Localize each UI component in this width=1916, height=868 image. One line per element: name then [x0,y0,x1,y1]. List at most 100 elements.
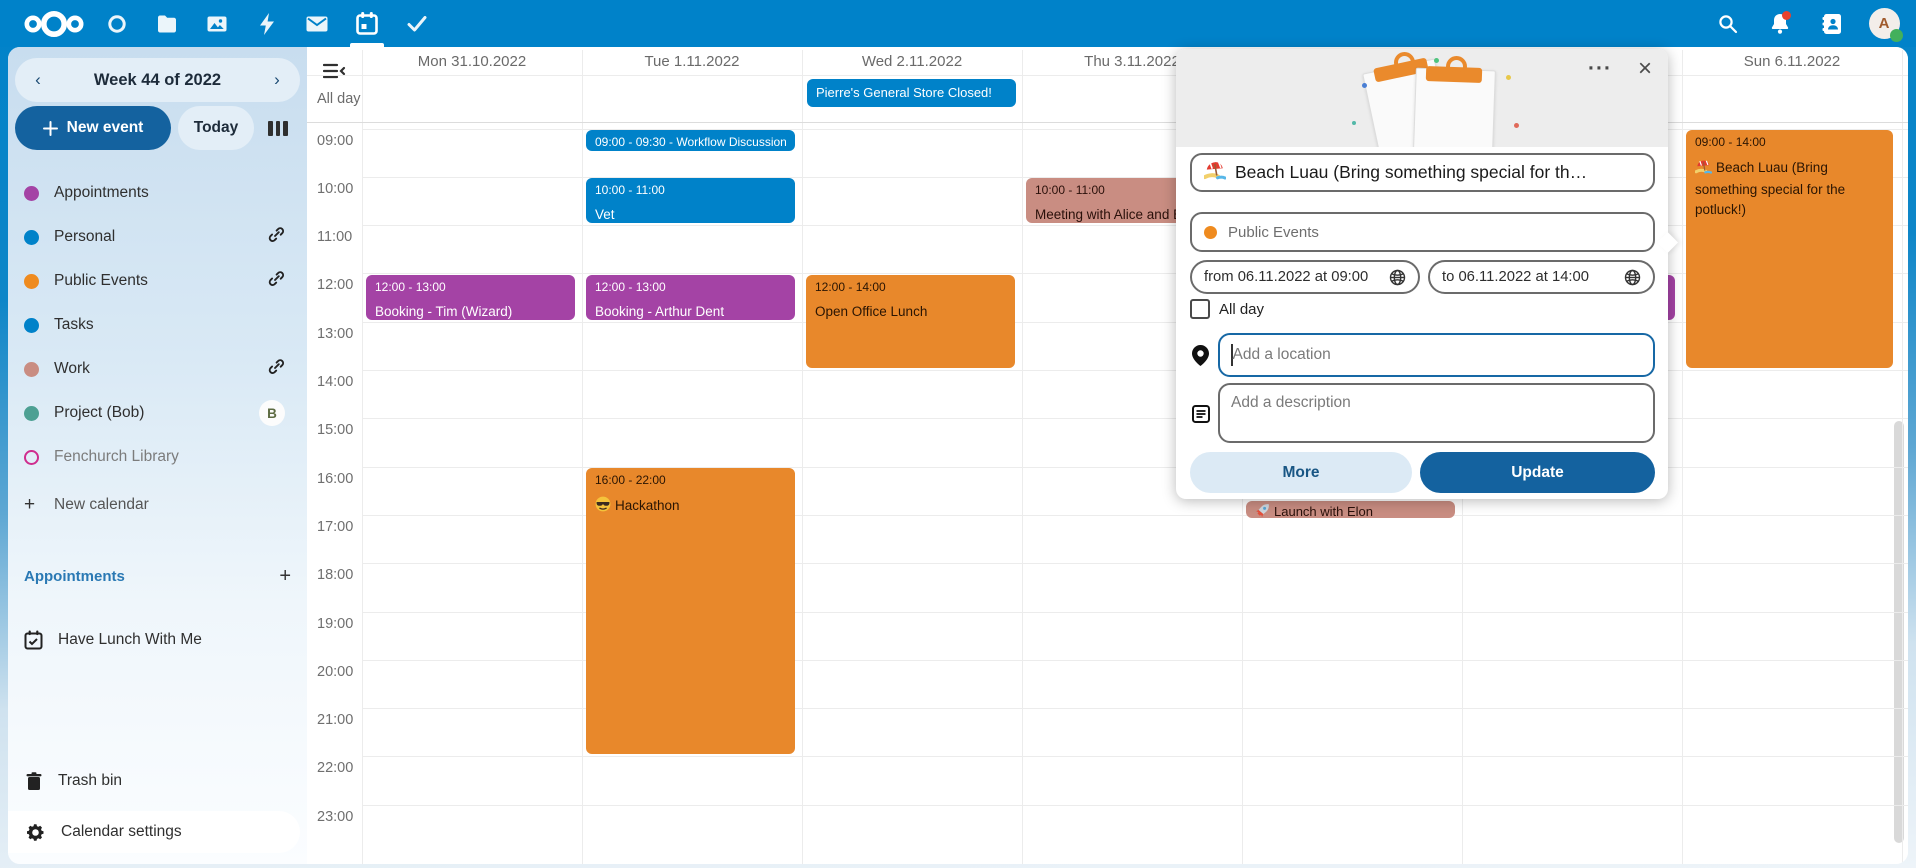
today-button[interactable]: Today [178,106,254,150]
event-time: 16:00 - 22:00 [595,473,786,488]
calendar-color-dot[interactable] [24,362,39,377]
add-appointment-button[interactable]: + [279,565,291,588]
notifications-bell-icon[interactable] [1758,2,1802,46]
files-icon[interactable] [142,0,192,47]
sidebar-calendar-personal[interactable]: Personal [8,215,307,259]
search-icon[interactable] [1706,2,1750,46]
grid-column-line [582,50,583,864]
calendar-event-launch-with-elon[interactable]: Launch with Elon [1246,501,1455,518]
event-title: Open Office Lunch [815,303,1006,320]
end-datetime-button[interactable]: to 06.11.2022 at 14:00 [1428,260,1655,294]
plus-icon [43,121,58,136]
calendar-color-dot[interactable] [24,318,39,333]
calendar-color-dot[interactable] [24,274,39,289]
share-link-icon[interactable] [268,270,285,292]
event-title: Hackathon [595,496,786,516]
day-header-2: Wed 2.11.2022 [802,53,1022,73]
calendar-color-dot[interactable] [24,230,39,245]
sidebar-calendar-appointments[interactable]: Appointments [8,171,307,215]
contacts-icon[interactable] [1810,2,1854,46]
update-button[interactable]: Update [1420,452,1655,493]
next-week-button[interactable]: › [260,63,294,97]
calendar-ring-icon[interactable] [24,450,39,465]
hour-label: 16:00 [317,471,353,487]
sidebar: ‹ Week 44 of 2022 › New event Today Appo… [8,47,307,864]
sidebar-calendar-work[interactable]: Work [8,347,307,391]
photos-icon[interactable] [192,0,242,47]
view-columns-button[interactable] [268,121,288,136]
event-title: Beach Luau (Bring something special for … [1695,158,1884,220]
dashboard-icon[interactable] [92,0,142,47]
tasks-icon[interactable] [392,0,442,47]
user-avatar[interactable]: A [1862,2,1906,46]
app-window: A ‹ Week 44 of 2022 › New event Today [0,0,1916,868]
sunglasses-emoji [595,496,611,516]
nextcloud-logo-icon[interactable] [18,7,90,41]
trash-bin-button[interactable]: Trash bin [8,759,307,803]
calendar-label: Tasks [54,316,291,334]
calendar-event-booking-arthur-dent[interactable]: 12:00 - 13:00Booking - Arthur Dent [586,275,795,320]
calendar-event-beach-luau-bring-something-special-for-the-potluck[interactable]: 09:00 - 14:00 Beach Luau (Bring something… [1686,130,1893,368]
calendar-event-open-office-lunch[interactable]: 12:00 - 14:00Open Office Lunch [806,275,1015,368]
hour-label: 19:00 [317,616,353,632]
collapse-all-day-icon[interactable] [323,63,346,85]
calendar-select[interactable]: Public Events [1190,212,1655,252]
checkbox-icon[interactable] [1190,299,1210,319]
sidebar-calendar-public-events[interactable]: Public Events [8,259,307,303]
close-icon[interactable]: × [1626,51,1664,87]
timezone-globe-icon[interactable] [1624,269,1641,286]
event-title-input[interactable]: Beach Luau (Bring something special for … [1190,153,1655,192]
calendar-color-dot[interactable] [24,186,39,201]
all-day-label: All day [317,91,361,107]
hour-label: 14:00 [317,374,353,390]
appointments-section: Appointments + [24,565,291,588]
event-time: 09:00 - 14:00 [1695,135,1884,150]
sidebar-calendar-fenchurch-library[interactable]: Fenchurch Library [8,435,307,479]
hour-label: 11:00 [317,229,352,245]
sidebar-calendar-project-bob[interactable]: Project (Bob)B [8,391,307,435]
sidebar-calendar-tasks[interactable]: Tasks [8,303,307,347]
new-calendar-button[interactable]: + New calendar [8,483,307,527]
day-header-0: Mon 31.10.2022 [362,53,582,73]
calendar-event-vet[interactable]: 10:00 - 11:00Vet [586,178,795,223]
share-link-icon[interactable] [268,226,285,248]
calendar-event-booking-tim-wizard[interactable]: 12:00 - 13:00Booking - Tim (Wizard) [366,275,575,320]
all-day-event[interactable]: Pierre's General Store Closed! [807,79,1016,107]
description-input[interactable]: Add a description [1218,383,1655,443]
share-link-icon[interactable] [268,358,285,380]
calendar-settings-button[interactable]: Calendar settings [8,811,300,853]
week-label: Week 44 of 2022 [94,71,221,90]
share-link-icon [268,358,285,375]
hour-label: 15:00 [317,422,353,438]
timezone-globe-icon[interactable] [1389,269,1406,286]
calendar-event-hackathon[interactable]: 16:00 - 22:00 Hackathon [586,468,795,754]
grid-column-line [1682,50,1683,864]
more-options-icon[interactable]: ··· [1580,51,1620,87]
online-status-dot [1890,29,1903,42]
calendar-color-dot[interactable] [24,406,39,421]
share-link-icon [268,226,285,243]
top-bar: A [0,0,1916,47]
previous-week-button[interactable]: ‹ [21,63,55,97]
more-button[interactable]: More [1190,452,1412,493]
calendar-app-icon[interactable] [342,0,392,47]
calendar-label: Public Events [54,272,268,290]
activity-icon[interactable] [242,0,292,47]
appointment-item[interactable]: Have Lunch With Me [8,618,307,662]
mail-icon[interactable] [292,0,342,47]
calendar-list: AppointmentsPersonal Public Events Tasks Wo… [8,171,307,479]
hour-label: 21:00 [317,712,353,728]
new-event-button[interactable]: New event [15,106,171,150]
calendar-label: Work [54,360,268,378]
event-time: 10:00 - 11:00 [595,183,786,198]
trash-icon [26,772,42,791]
description-icon [1192,405,1210,423]
location-pin-icon [1192,345,1209,366]
all-day-checkbox[interactable]: All day [1190,299,1264,319]
start-datetime-button[interactable]: from 06.11.2022 at 09:00 [1190,260,1420,294]
calendar-event-workflow-discussion[interactable]: 09:00 - 09:30 - Workflow Discussion [586,130,795,151]
location-input[interactable]: Add a location [1218,333,1655,377]
hour-label: 12:00 [317,277,353,293]
grid-hour-line [362,225,1908,226]
hour-label: 09:00 [317,133,353,149]
